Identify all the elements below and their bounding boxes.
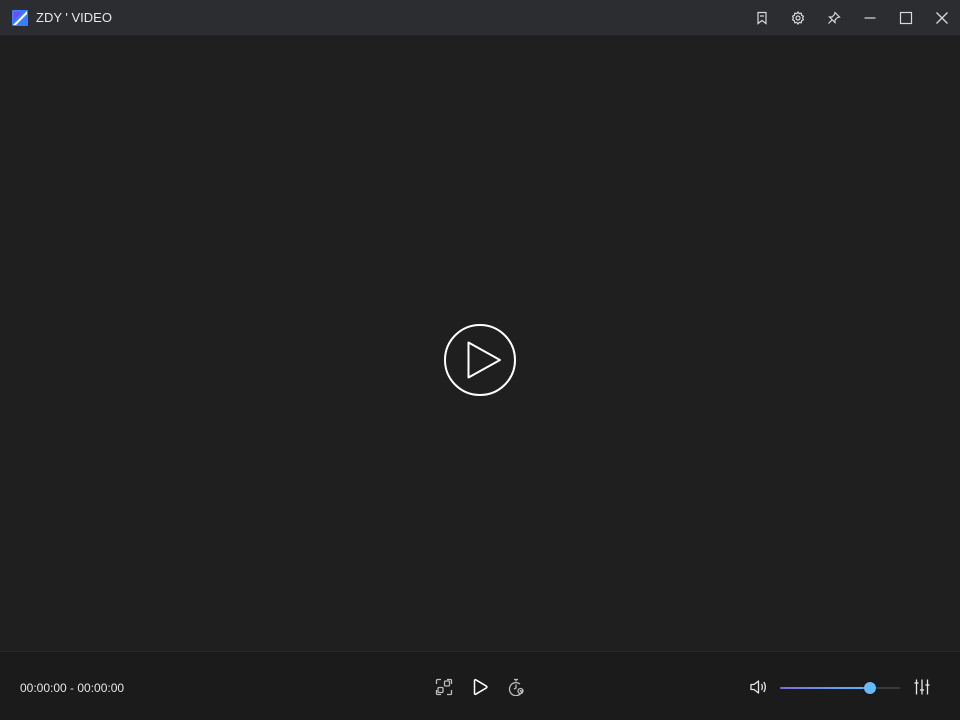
bookmark-button[interactable] xyxy=(744,0,780,36)
maximize-icon xyxy=(899,11,913,25)
minimize-icon xyxy=(864,17,876,19)
volume-slider-fill xyxy=(780,687,870,689)
close-icon xyxy=(936,12,948,24)
speaker-icon xyxy=(750,680,766,694)
video-area[interactable] xyxy=(0,36,960,651)
screenshot-icon xyxy=(435,678,453,696)
pin-button[interactable] xyxy=(816,0,852,36)
equalizer-icon xyxy=(914,679,930,695)
equalizer-button[interactable] xyxy=(911,676,933,698)
app-logo-icon xyxy=(12,10,28,26)
bookmark-icon xyxy=(757,11,767,25)
gear-icon xyxy=(791,11,805,25)
maximize-button[interactable] xyxy=(888,0,924,36)
play-circle-icon xyxy=(444,324,516,396)
volume-button[interactable] xyxy=(747,676,769,698)
play-button[interactable] xyxy=(469,676,491,698)
volume-slider[interactable] xyxy=(780,682,900,694)
title-bar: ZDY ' VIDEO xyxy=(0,0,960,36)
app-title: ZDY ' VIDEO xyxy=(36,10,112,25)
play-icon xyxy=(473,678,488,696)
settings-button[interactable] xyxy=(780,0,816,36)
center-play-button[interactable] xyxy=(443,323,517,397)
control-bar: 00:00:00 - 00:00:00 xyxy=(0,651,960,720)
screenshot-button[interactable] xyxy=(433,676,455,698)
pin-icon xyxy=(828,11,841,24)
time-display: 00:00:00 - 00:00:00 xyxy=(20,681,125,695)
timer-button[interactable] xyxy=(505,676,527,698)
close-button[interactable] xyxy=(924,0,960,36)
timer-icon xyxy=(508,678,524,696)
volume-slider-thumb[interactable] xyxy=(864,682,876,694)
minimize-button[interactable] xyxy=(852,0,888,36)
